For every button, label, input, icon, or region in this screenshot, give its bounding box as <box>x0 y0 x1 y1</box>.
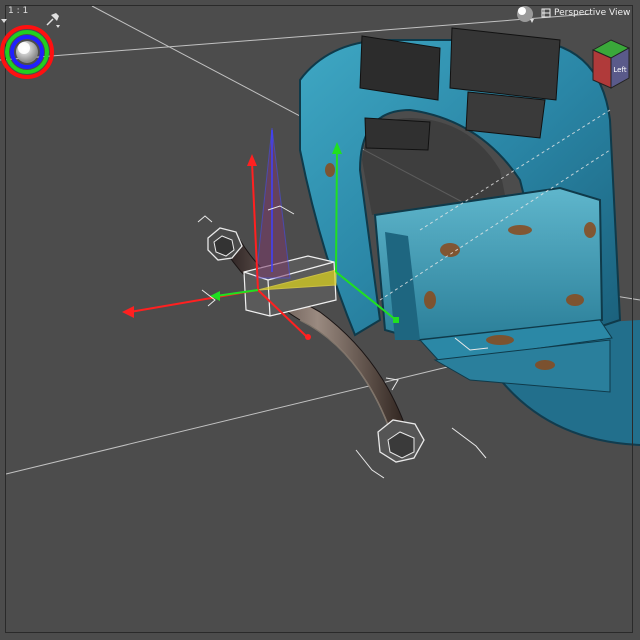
x-axis-arrow <box>122 306 134 318</box>
3d-viewport[interactable]: 1 : 1 Perspective View Left <box>0 0 640 640</box>
pipe-end-cap <box>377 419 425 463</box>
viewcube-icon[interactable]: Left <box>585 36 635 92</box>
y-axis-handle <box>335 149 338 273</box>
scale-label: 1 : 1 <box>8 6 29 16</box>
scene-canvas[interactable] <box>0 0 640 640</box>
light-sphere-icon[interactable] <box>515 4 535 24</box>
jaw-pad <box>449 27 561 101</box>
jaw-pad <box>465 91 546 139</box>
viewcube-face-label: Left <box>613 66 626 74</box>
orientation-gizmo-icon[interactable] <box>0 22 56 84</box>
perspective-view-icon[interactable] <box>541 8 551 18</box>
perspective-view-label[interactable]: Perspective View <box>554 8 630 18</box>
